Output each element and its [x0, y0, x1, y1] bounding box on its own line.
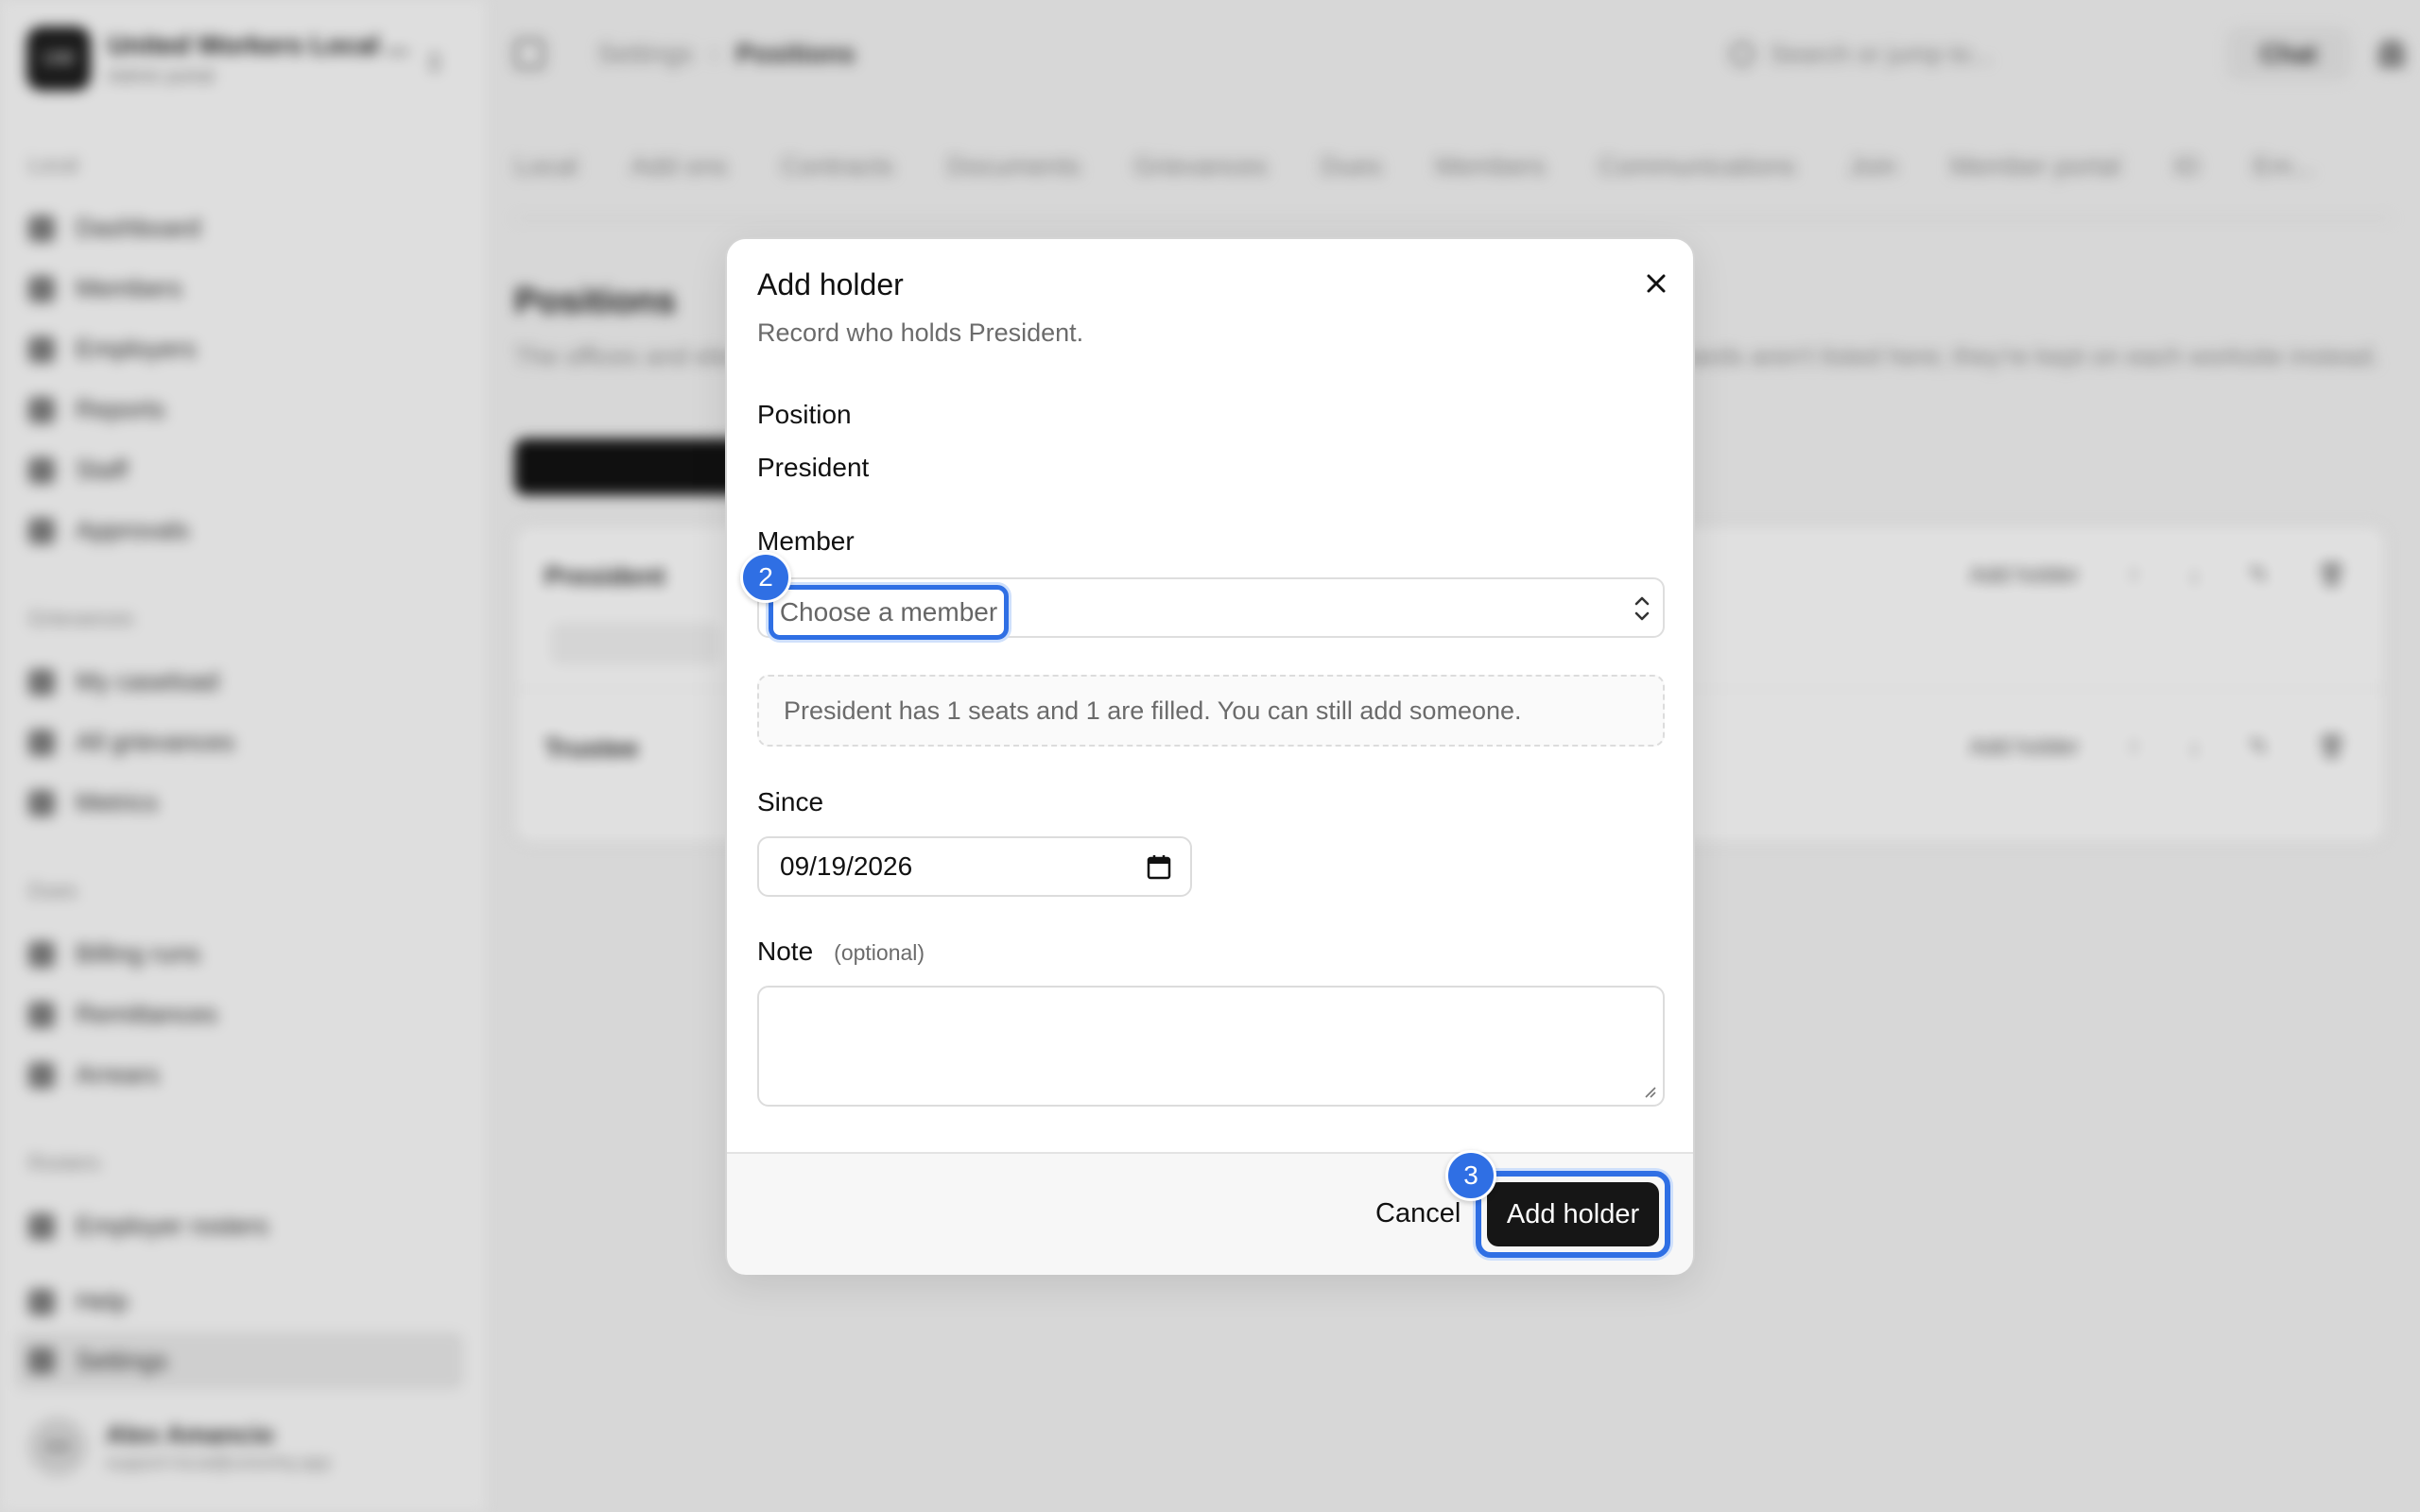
note-optional: (optional)	[834, 940, 925, 965]
close-icon[interactable]	[1636, 264, 1676, 303]
dialog-description: Record who holds President.	[757, 318, 1084, 347]
chevron-updown-icon	[1634, 596, 1650, 621]
position-value: President	[757, 453, 870, 482]
add-holder-button[interactable]: Add holder	[1487, 1182, 1659, 1246]
position-label: Position	[757, 400, 852, 429]
dialog-title: Add holder	[757, 267, 904, 301]
note-textarea[interactable]	[757, 986, 1665, 1107]
resize-grip-icon[interactable]	[1642, 1084, 1657, 1099]
since-date-input[interactable]: 09/19/2026	[757, 836, 1192, 897]
member-select-placeholder[interactable]: Choose a member	[769, 585, 1009, 640]
dialog-footer: Cancel Add holder 3	[727, 1150, 1693, 1275]
since-label: Since	[757, 787, 824, 816]
submit-focus-ring: Add holder	[1476, 1171, 1670, 1258]
step-badge-3: 3	[1445, 1150, 1496, 1201]
member-select[interactable]: Choose a member	[757, 577, 1665, 640]
since-date-value: 09/19/2026	[780, 851, 913, 881]
calendar-icon[interactable]	[1147, 853, 1171, 880]
note-label-row: Note (optional)	[757, 936, 925, 967]
seats-hint: President has 1 seats and 1 are filled. …	[757, 675, 1665, 747]
add-holder-dialog: Add holder Record who holds President. P…	[725, 237, 1695, 1275]
step-badge-2: 2	[740, 552, 791, 603]
note-label: Note	[757, 936, 814, 966]
